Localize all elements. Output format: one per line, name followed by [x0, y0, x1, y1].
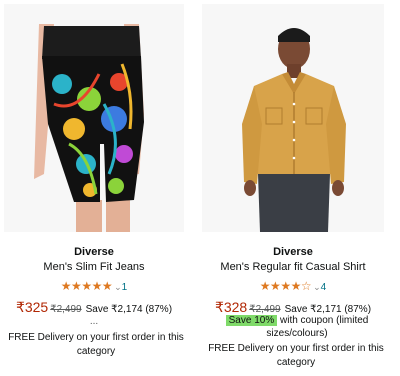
rating-count-link[interactable]: 1 — [122, 282, 128, 293]
more-options: ... — [89, 316, 99, 327]
chevron-down-icon[interactable]: ⌄ — [313, 282, 321, 292]
rating-count-link[interactable]: 4 — [321, 282, 327, 293]
chevron-down-icon[interactable]: ⌄ — [114, 282, 122, 292]
star-rating-icon[interactable]: ★★★★★ — [61, 279, 113, 293]
product-price: ₹328 — [214, 299, 248, 315]
product-title-link[interactable]: Men's Slim Fit Jeans — [4, 261, 184, 273]
product-savings: Save ₹2,174 (87%) — [85, 304, 173, 315]
product-image-jeans[interactable] — [4, 4, 184, 232]
product-title-link[interactable]: Men's Regular fit Casual Shirt — [202, 261, 384, 273]
product-price: ₹325 — [15, 299, 49, 315]
star-rating-icon[interactable]: ★★★★☆ — [260, 279, 312, 293]
product-rating[interactable]: ★★★★☆ ⌄4 — [202, 279, 384, 293]
product-brand: Diverse — [273, 246, 313, 258]
delivery-info: FREE Delivery on your first order in thi… — [8, 332, 184, 357]
product-card[interactable]: Diverse Men's Slim Fit Jeans ★★★★★ ⌄1 ₹32… — [4, 0, 198, 376]
product-mrp: ₹2,499 — [50, 304, 82, 315]
product-rating[interactable]: ★★★★★ ⌄1 — [4, 279, 184, 293]
delivery-info: FREE Delivery on your first order in thi… — [208, 343, 384, 368]
coupon-text: with coupon (limited sizes/colours) — [266, 315, 369, 339]
product-card[interactable]: Diverse Men's Regular fit Casual Shirt ★… — [202, 0, 396, 376]
coupon-info[interactable]: Save 10% with coupon (limited sizes/colo… — [212, 314, 382, 340]
product-grid: Diverse Men's Slim Fit Jeans ★★★★★ ⌄1 ₹32… — [0, 0, 400, 376]
coupon-badge[interactable]: Save 10% — [225, 315, 278, 326]
shirt-icon — [242, 28, 346, 232]
price-row: ₹325 ₹2,499 Save ₹2,174 (87%) — [4, 299, 184, 316]
product-brand: Diverse — [74, 246, 114, 258]
leggings-icon — [34, 24, 144, 232]
product-image-shirt[interactable] — [202, 4, 384, 232]
